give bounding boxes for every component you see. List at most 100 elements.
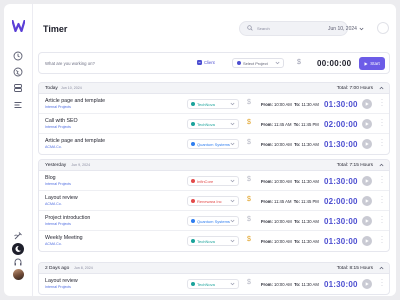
entry-project-label: Renewara Inc	[197, 198, 222, 204]
day-group-header: 2 Days ago Jun 8, 2024 Total: 8:15 Hours	[39, 263, 389, 274]
entry-time-range[interactable]: From: 10:00 AM To: 11:30 AM	[261, 239, 319, 244]
tasks-icon[interactable]	[12, 99, 24, 111]
entry-project-select[interactable]: Renewara Inc	[187, 196, 239, 206]
entry-time-range[interactable]: From: 10:00 AM To: 11:30 AM	[261, 282, 319, 287]
play-icon	[365, 142, 369, 146]
day-group: Yesterday Jun 9, 2024 Total: 7:15 Hours Blo…	[38, 159, 390, 252]
billable-dollar-icon[interactable]: $	[247, 196, 251, 203]
headphones-icon[interactable]	[12, 256, 24, 268]
time-entry-row[interactable]: Project introduction Internal Projects Qua…	[39, 211, 389, 231]
billable-dollar-icon[interactable]: $	[247, 139, 251, 146]
entry-title[interactable]: Project introduction	[45, 215, 90, 221]
billable-dollar-icon[interactable]: $	[247, 99, 251, 106]
timer-display: 00:00:00	[317, 59, 352, 68]
entry-project-label: TechNova	[197, 281, 215, 287]
billable-dollar-icon[interactable]: $	[247, 119, 251, 126]
stack-icon[interactable]	[12, 82, 24, 94]
to-label: To:	[294, 239, 301, 244]
entry-time-range[interactable]: From: 11:45 AM To: 11:45 PM	[261, 122, 319, 127]
entry-title[interactable]: Call with SEO	[45, 118, 78, 124]
entry-project-select[interactable]: TechNova	[187, 99, 239, 109]
chevron-up-icon[interactable]	[379, 266, 384, 270]
time-entry-bar: Client Select Project $ 00:00:00 Start	[38, 52, 390, 74]
entry-project-select[interactable]: Quantum Systems	[187, 216, 239, 226]
play-button[interactable]	[362, 119, 372, 129]
entry-project-label: Quantum Systems	[197, 141, 230, 147]
play-button[interactable]	[362, 279, 372, 289]
billable-dollar-icon[interactable]: $	[247, 216, 251, 223]
day-total: Total: 8:15 Hours	[336, 266, 373, 271]
entry-time-range[interactable]: From: 10:00 AM To: 11:30 AM	[261, 142, 319, 147]
user-avatar[interactable]	[13, 269, 24, 280]
play-icon	[365, 122, 369, 126]
entry-title[interactable]: Blog	[45, 175, 56, 181]
more-options-icon[interactable]: · · ·	[381, 234, 383, 246]
billable-dollar-icon[interactable]: $	[297, 59, 301, 66]
entry-title[interactable]: Layout review	[45, 278, 78, 284]
task-description-input[interactable]	[45, 58, 193, 68]
more-options-icon[interactable]: · · ·	[381, 137, 383, 149]
date-picker-label: Jun 10, 2024	[328, 26, 357, 32]
globe-icon[interactable]	[12, 66, 24, 78]
chevron-up-icon[interactable]	[379, 86, 384, 90]
to-time: 11:30 AM	[301, 102, 319, 107]
day-date: Jun 10, 2024	[61, 86, 82, 91]
notification-button[interactable]	[377, 22, 389, 34]
time-entry-row[interactable]: Layout review Internal Projects TechNova $ F…	[39, 274, 389, 294]
more-options-icon[interactable]: · · ·	[381, 277, 383, 289]
client-button[interactable]: Client	[197, 60, 215, 65]
entry-project-select[interactable]: TechNova	[187, 236, 239, 246]
project-color-dot	[191, 282, 195, 286]
play-icon	[365, 239, 369, 243]
entry-title[interactable]: Article page and template	[45, 98, 105, 104]
project-select[interactable]: Select Project	[232, 58, 284, 68]
moon-icon[interactable]	[12, 243, 24, 255]
entry-title[interactable]: Article page and template	[45, 138, 105, 144]
to-time: 11:30 AM	[301, 282, 319, 287]
notes-icon[interactable]	[12, 230, 24, 242]
time-entry-row[interactable]: Blog Internal Projects InfinCore $ From: 10:…	[39, 171, 389, 191]
from-label: From:	[261, 219, 273, 224]
more-options-icon[interactable]: · · ·	[381, 117, 383, 129]
billable-dollar-icon[interactable]: $	[247, 279, 251, 286]
time-entry-row[interactable]: Call with SEO Internal Projects TechNova $ F…	[39, 114, 389, 134]
entry-client: Internal Projects	[45, 125, 71, 129]
time-entry-row[interactable]: Article page and template ACMA Co. Quantum…	[39, 134, 389, 154]
entry-time-range[interactable]: From: 10:00 AM To: 11:30 AM	[261, 179, 319, 184]
chevron-down-icon	[230, 102, 235, 106]
entry-time-range[interactable]: From: 11:45 AM To: 11:45 PM	[261, 199, 319, 204]
play-button[interactable]	[362, 99, 372, 109]
clock-icon[interactable]	[12, 50, 24, 62]
entry-title[interactable]: Weekly Meeting	[45, 235, 83, 241]
entry-project-select[interactable]: Quantum Systems	[187, 139, 239, 149]
chevron-up-icon[interactable]	[379, 163, 384, 167]
date-picker[interactable]: Jun 10, 2024	[328, 26, 364, 32]
entry-title[interactable]: Layout review	[45, 195, 78, 201]
play-button[interactable]	[362, 196, 372, 206]
time-entry-row[interactable]: Weekly Meeting ACMA Co. TechNova $ From: 10:…	[39, 231, 389, 251]
time-entry-row[interactable]: Article page and template Internal Projec…	[39, 94, 389, 114]
entry-project-select[interactable]: TechNova	[187, 119, 239, 129]
app-logo[interactable]	[12, 20, 25, 32]
time-entry-row[interactable]: Layout review ACMA Co. Renewara Inc $ From: …	[39, 191, 389, 211]
to-time: 11:30 AM	[301, 239, 319, 244]
entry-time-range[interactable]: From: 10:00 AM To: 11:30 AM	[261, 102, 319, 107]
start-button[interactable]: Start	[359, 57, 385, 70]
play-button[interactable]	[362, 139, 372, 149]
more-options-icon[interactable]: · · ·	[381, 214, 383, 226]
more-options-icon[interactable]: · · ·	[381, 194, 383, 206]
billable-dollar-icon[interactable]: $	[247, 176, 251, 183]
entry-project-select[interactable]: InfinCore	[187, 176, 239, 186]
from-time: 10:00 AM	[274, 239, 292, 244]
play-button[interactable]	[362, 236, 372, 246]
entry-time-range[interactable]: From: 10:00 AM To: 11:30 AM	[261, 219, 319, 224]
day-group-header: Today Jun 10, 2024 Total: 7:00 Hours	[39, 83, 389, 94]
entry-project-select[interactable]: TechNova	[187, 279, 239, 289]
play-button[interactable]	[362, 216, 372, 226]
page-title: Timer	[43, 24, 68, 34]
more-options-icon[interactable]: · · ·	[381, 174, 383, 186]
billable-dollar-icon[interactable]: $	[247, 236, 251, 243]
play-button[interactable]	[362, 176, 372, 186]
to-time: 11:30 AM	[301, 219, 319, 224]
more-options-icon[interactable]: · · ·	[381, 97, 383, 109]
